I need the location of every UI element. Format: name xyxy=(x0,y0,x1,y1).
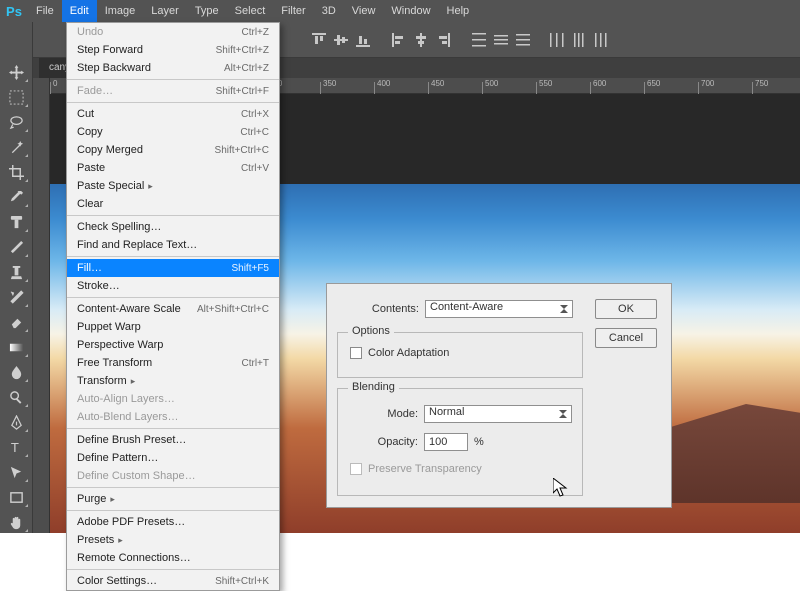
mode-value: Normal xyxy=(429,406,464,418)
distribute-vcenter-icon[interactable] xyxy=(492,31,510,49)
distribute-right-icon[interactable] xyxy=(592,31,610,49)
gradient-tool[interactable] xyxy=(3,337,29,358)
menu-item-step-backward[interactable]: Step BackwardAlt+Ctrl+Z xyxy=(67,59,279,77)
mode-select[interactable]: Normal xyxy=(424,405,572,423)
menu-edit[interactable]: Edit xyxy=(62,0,97,22)
menu-3d[interactable]: 3D xyxy=(314,0,344,22)
color-adaptation-checkbox[interactable] xyxy=(350,347,362,359)
mode-label: Mode: xyxy=(374,408,418,420)
menu-item-find-and-replace-text[interactable]: Find and Replace Text… xyxy=(67,236,279,254)
distribute-top-icon[interactable] xyxy=(470,31,488,49)
menu-item-puppet-warp[interactable]: Puppet Warp xyxy=(67,318,279,336)
opacity-label: Opacity: xyxy=(374,436,418,448)
brush-tool[interactable] xyxy=(3,237,29,258)
menu-item-step-forward[interactable]: Step ForwardShift+Ctrl+Z xyxy=(67,41,279,59)
align-right-icon[interactable] xyxy=(434,31,452,49)
menu-layer[interactable]: Layer xyxy=(143,0,187,22)
lasso-tool[interactable] xyxy=(3,112,29,133)
path-selection-tool[interactable] xyxy=(3,462,29,483)
menu-type[interactable]: Type xyxy=(187,0,227,22)
menu-item-adobe-pdf-presets[interactable]: Adobe PDF Presets… xyxy=(67,513,279,531)
vertical-ruler xyxy=(33,78,50,533)
preserve-transparency-label: Preserve Transparency xyxy=(368,463,482,475)
menu-item-copy[interactable]: CopyCtrl+C xyxy=(67,123,279,141)
eyedropper-tool[interactable] xyxy=(3,187,29,208)
menu-item-define-brush-preset[interactable]: Define Brush Preset… xyxy=(67,431,279,449)
menu-item-purge[interactable]: Purge xyxy=(67,490,279,508)
menu-item-free-transform[interactable]: Free TransformCtrl+T xyxy=(67,354,279,372)
menu-item-check-spelling[interactable]: Check Spelling… xyxy=(67,218,279,236)
menu-item-paste-special[interactable]: Paste Special xyxy=(67,177,279,195)
eraser-tool[interactable] xyxy=(3,312,29,333)
options-fieldset: Options Color Adaptation xyxy=(337,332,583,378)
menu-file[interactable]: File xyxy=(28,0,62,22)
menu-help[interactable]: Help xyxy=(439,0,478,22)
magic-wand-tool[interactable] xyxy=(3,137,29,158)
menu-item-color-settings[interactable]: Color Settings…Shift+Ctrl+K xyxy=(67,572,279,590)
move-tool[interactable] xyxy=(3,62,29,83)
menu-item-define-pattern[interactable]: Define Pattern… xyxy=(67,449,279,467)
menu-item-transform[interactable]: Transform xyxy=(67,372,279,390)
marquee-tool[interactable] xyxy=(3,87,29,108)
opacity-unit: % xyxy=(474,436,484,448)
pen-tool[interactable] xyxy=(3,412,29,433)
menu-item-undo: UndoCtrl+Z xyxy=(67,23,279,41)
preserve-transparency-checkbox xyxy=(350,463,362,475)
menu-item-cut[interactable]: CutCtrl+X xyxy=(67,105,279,123)
cancel-button[interactable]: Cancel xyxy=(595,328,657,348)
menu-select[interactable]: Select xyxy=(227,0,274,22)
color-adaptation-label: Color Adaptation xyxy=(368,347,449,359)
menu-item-copy-merged[interactable]: Copy MergedShift+Ctrl+C xyxy=(67,141,279,159)
menu-item-presets[interactable]: Presets xyxy=(67,531,279,549)
align-left-icon[interactable] xyxy=(390,31,408,49)
healing-brush-tool[interactable] xyxy=(3,212,29,233)
menu-view[interactable]: View xyxy=(344,0,384,22)
options-legend: Options xyxy=(348,325,394,337)
blur-tool[interactable] xyxy=(3,362,29,383)
distribute-hcenter-icon[interactable] xyxy=(570,31,588,49)
blending-fieldset: Blending Mode: Normal Opacity: 100 % Pre… xyxy=(337,388,583,496)
fill-dialog: Contents: Content-Aware OK Cancel Option… xyxy=(326,283,672,508)
align-vcenter-icon[interactable] xyxy=(332,31,350,49)
menu-item-stroke[interactable]: Stroke… xyxy=(67,277,279,295)
menu-image[interactable]: Image xyxy=(97,0,144,22)
menubar: Ps File Edit Image Layer Type Select Fil… xyxy=(0,0,800,22)
menu-item-perspective-warp[interactable]: Perspective Warp xyxy=(67,336,279,354)
menu-filter[interactable]: Filter xyxy=(273,0,313,22)
tools-panel: T xyxy=(0,22,33,533)
app-logo: Ps xyxy=(0,0,28,22)
ok-button[interactable]: OK xyxy=(595,299,657,319)
contents-label: Contents: xyxy=(367,303,419,315)
hand-tool[interactable] xyxy=(3,512,29,533)
menu-item-auto-align-layers: Auto-Align Layers… xyxy=(67,390,279,408)
menu-item-clear[interactable]: Clear xyxy=(67,195,279,213)
opacity-input[interactable]: 100 xyxy=(424,433,468,451)
distribute-left-icon[interactable] xyxy=(548,31,566,49)
dodge-tool[interactable] xyxy=(3,387,29,408)
menu-item-remote-connections[interactable]: Remote Connections… xyxy=(67,549,279,567)
svg-text:T: T xyxy=(10,440,18,455)
contents-select[interactable]: Content-Aware xyxy=(425,300,573,318)
contents-value: Content-Aware xyxy=(430,301,503,313)
menu-item-fill[interactable]: Fill…Shift+F5 xyxy=(67,259,279,277)
distribute-bottom-icon[interactable] xyxy=(514,31,532,49)
type-tool[interactable]: T xyxy=(3,437,29,458)
menu-window[interactable]: Window xyxy=(383,0,438,22)
menu-item-fade: Fade…Shift+Ctrl+F xyxy=(67,82,279,100)
history-brush-tool[interactable] xyxy=(3,287,29,308)
menu-item-paste[interactable]: PasteCtrl+V xyxy=(67,159,279,177)
blending-legend: Blending xyxy=(348,381,399,393)
crop-tool[interactable] xyxy=(3,162,29,183)
clone-stamp-tool[interactable] xyxy=(3,262,29,283)
menu-item-content-aware-scale[interactable]: Content-Aware ScaleAlt+Shift+Ctrl+C xyxy=(67,300,279,318)
menu-item-auto-blend-layers: Auto-Blend Layers… xyxy=(67,408,279,426)
align-hcenter-icon[interactable] xyxy=(412,31,430,49)
edit-menu-dropdown: UndoCtrl+ZStep ForwardShift+Ctrl+ZStep B… xyxy=(66,22,280,591)
align-top-icon[interactable] xyxy=(310,31,328,49)
align-bottom-icon[interactable] xyxy=(354,31,372,49)
menu-item-define-custom-shape: Define Custom Shape… xyxy=(67,467,279,485)
shape-tool[interactable] xyxy=(3,487,29,508)
align-buttons xyxy=(310,31,610,49)
